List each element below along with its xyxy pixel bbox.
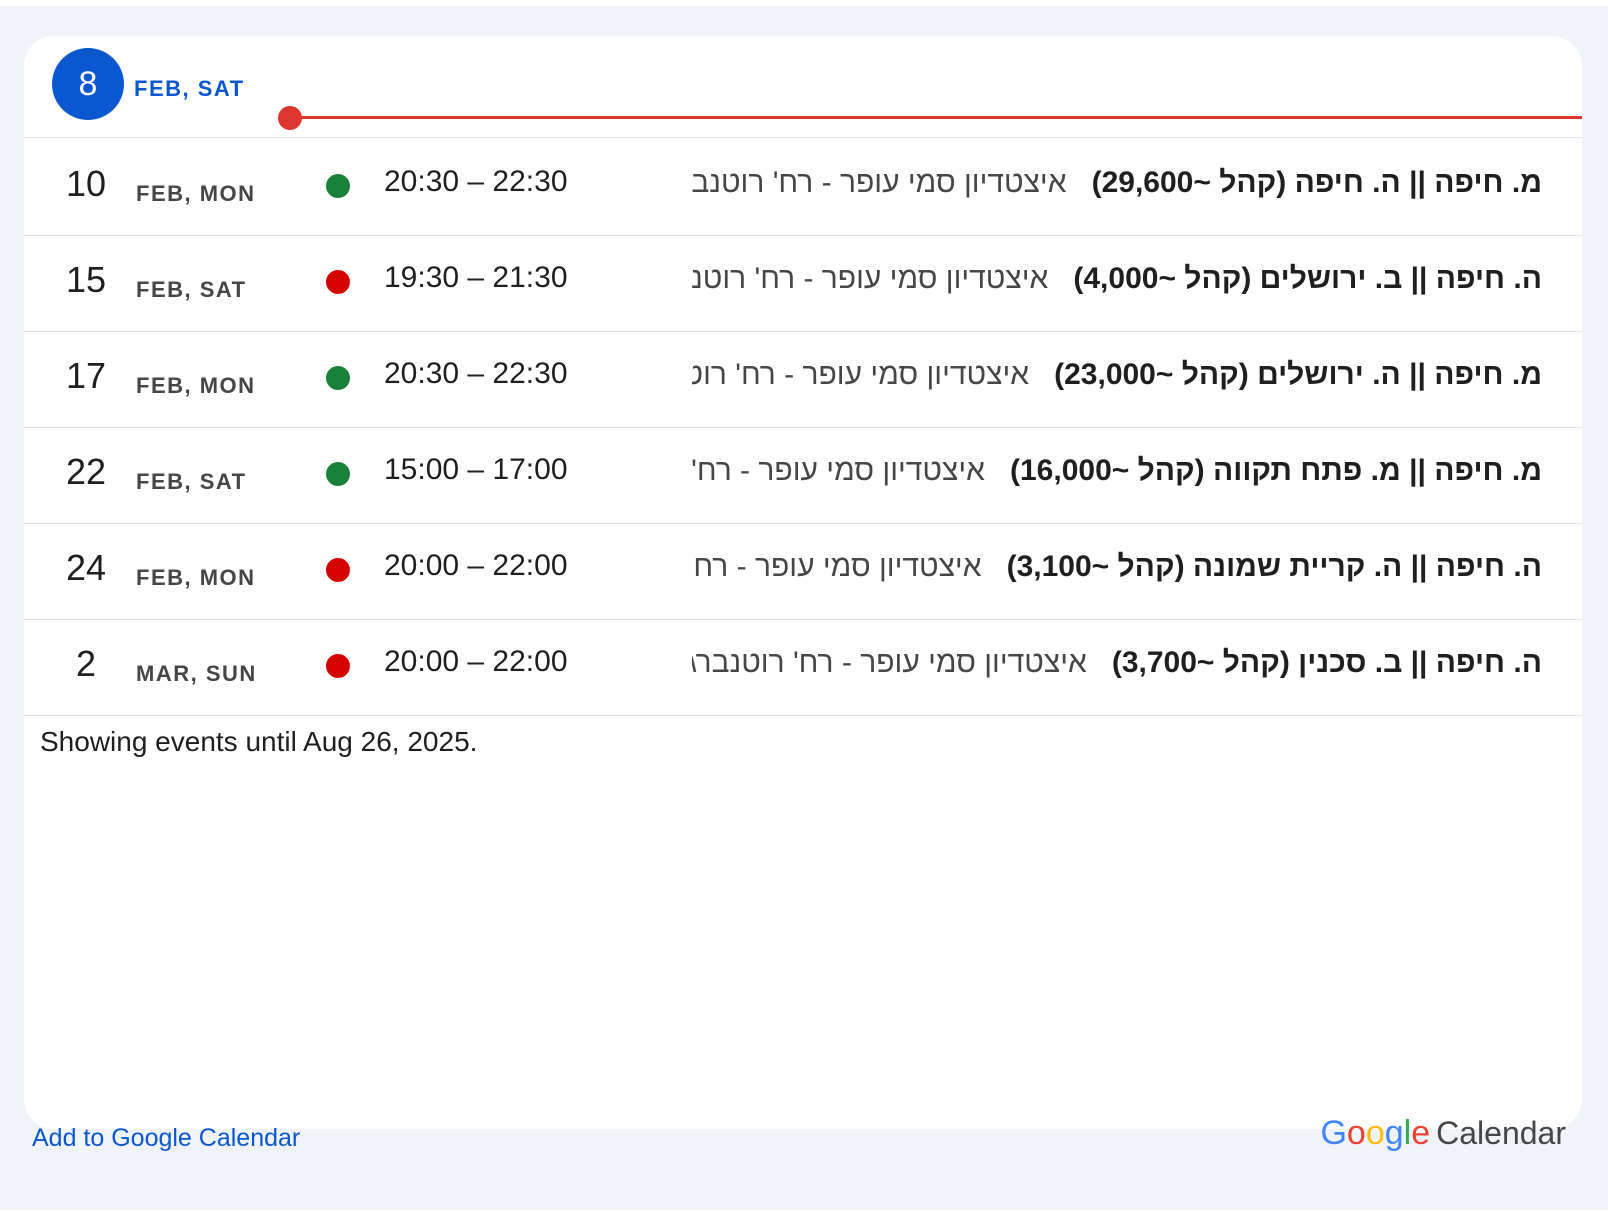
event-separator (985, 454, 1010, 487)
event-location: איצטדיון סמי עופר - רח' רוטנבר... (692, 262, 1049, 295)
event-time: 20:30 – 22:30 (384, 165, 568, 198)
event-separator (1067, 166, 1092, 199)
google-logo-letter: o (1365, 1114, 1385, 1152)
event-summary: מ. חיפה || ה. חיפה (קהל ~29,600) (1091, 166, 1542, 199)
today-date-circle[interactable]: 8 (52, 48, 124, 120)
event-time: 20:00 – 22:00 (384, 549, 568, 582)
event-row[interactable]: 10 FEB, MON 20:30 – 22:30 מ. חיפה || ה. חיפ… (24, 137, 1582, 236)
calendar-wordmark: Calendar (1436, 1115, 1566, 1151)
event-row[interactable]: 2 MAR, SUN 20:00 – 22:00 ה. חיפה || ב. סכני… (24, 617, 1582, 716)
google-logo: Google (1320, 1114, 1430, 1152)
google-logo-letter: o (1346, 1114, 1366, 1152)
event-location: איצטדיון סמי עופר - רח' רוטנב... (692, 358, 1030, 391)
agenda-frame: 8 FEB, SAT 10 FEB, MON 20:30 – 22:30 מ. חיפ… (0, 6, 1608, 1210)
calendar-color-dot (326, 174, 350, 198)
event-summary: ה. חיפה || ה. קריית שמונה (קהל ~3,100) (1006, 550, 1542, 583)
event-day-label: FEB, MON (136, 373, 256, 398)
event-location: איצטדיון סמי עופר - רח' רוטנברג 2,... (692, 646, 1087, 679)
event-location: איצטדיון סמי עופר - רח' רו... (692, 550, 982, 583)
event-separator (982, 550, 1007, 583)
event-title[interactable]: מ. חיפה || ה. ירושלים (קהל ~23,000) איצט… (692, 358, 1542, 392)
event-summary: ה. חיפה || ב. ירושלים (קהל ~4,000) (1073, 262, 1542, 295)
google-calendar-logo: Google Calendar (1320, 1114, 1566, 1153)
event-row[interactable]: 22 FEB, SAT 15:00 – 17:00 מ. חיפה || מ. פתח… (24, 425, 1582, 524)
event-day-number: 22 (65, 451, 107, 492)
calendar-color-dot (326, 366, 350, 390)
event-separator (1087, 646, 1112, 679)
event-day-label: FEB, SAT (136, 469, 247, 494)
event-day-label: MAR, SUN (136, 661, 257, 686)
event-day-label: FEB, MON (136, 181, 256, 206)
today-header[interactable]: 8 FEB, SAT (24, 36, 1582, 138)
today-date-label: FEB, SAT (134, 76, 245, 101)
event-separator (1029, 358, 1054, 391)
event-separator (1048, 262, 1073, 295)
event-time: 19:30 – 21:30 (384, 261, 568, 294)
event-time: 20:30 – 22:30 (384, 357, 568, 390)
event-day-label: FEB, SAT (136, 277, 247, 302)
event-time: 20:00 – 22:00 (384, 645, 568, 678)
calendar-color-dot (326, 654, 350, 678)
event-day-number: 15 (65, 259, 107, 300)
google-logo-letter: e (1411, 1114, 1431, 1152)
event-location: איצטדיון סמי עופר - רח' רו... (692, 454, 985, 487)
event-title[interactable]: מ. חיפה || מ. פתח תקווה (קהל ~16,000) אי… (692, 454, 1542, 488)
event-title[interactable]: ה. חיפה || ב. ירושלים (קהל ~4,000) איצטד… (692, 262, 1542, 296)
calendar-color-dot (326, 270, 350, 294)
event-summary: מ. חיפה || ה. ירושלים (קהל ~23,000) (1054, 358, 1542, 391)
event-day-number: 24 (65, 547, 107, 588)
agenda-card: 8 FEB, SAT 10 FEB, MON 20:30 – 22:30 מ. חיפ… (24, 36, 1582, 1129)
event-day-number: 2 (75, 643, 97, 684)
event-row[interactable]: 15 FEB, SAT 19:30 – 21:30 ה. חיפה || ב. ירו… (24, 233, 1582, 332)
event-row[interactable]: 17 FEB, MON 20:30 – 22:30 מ. חיפה || ה. ירו… (24, 329, 1582, 428)
event-day-number: 17 (65, 355, 107, 396)
current-time-line (290, 116, 1582, 119)
event-summary: מ. חיפה || מ. פתח תקווה (קהל ~16,000) (1010, 454, 1542, 487)
event-title[interactable]: ה. חיפה || ה. קריית שמונה (קהל ~3,100) א… (692, 550, 1542, 584)
event-time: 15:00 – 17:00 (384, 453, 568, 486)
event-location: איצטדיון סמי עופר - רח' רוטנברג ... (692, 166, 1067, 199)
event-title[interactable]: ה. חיפה || ב. סכנין (קהל ~3,700) איצטדיו… (692, 646, 1542, 680)
event-row[interactable]: 24 FEB, MON 20:00 – 22:00 ה. חיפה || ה. קרי… (24, 521, 1582, 620)
event-summary: ה. חיפה || ב. סכנין (קהל ~3,700) (1111, 646, 1542, 679)
google-logo-letter: g (1384, 1114, 1404, 1152)
event-day-number: 10 (65, 163, 107, 204)
calendar-color-dot (326, 558, 350, 582)
event-day-label: FEB, MON (136, 565, 256, 590)
google-logo-letter: G (1320, 1114, 1347, 1152)
add-to-google-calendar-link[interactable]: Add to Google Calendar (32, 1124, 300, 1153)
event-title[interactable]: מ. חיפה || ה. חיפה (קהל ~29,600) איצטדיו… (692, 166, 1542, 200)
calendar-color-dot (326, 462, 350, 486)
showing-until-note: Showing events until Aug 26, 2025. (40, 726, 478, 757)
